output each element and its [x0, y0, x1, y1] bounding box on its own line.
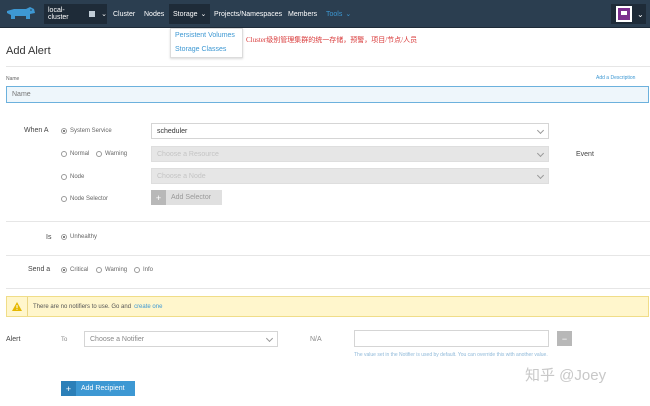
page-title: Add Alert: [6, 45, 51, 57]
radio-node-selector[interactable]: Node Selector: [61, 196, 108, 202]
resource-select[interactable]: Choose a Resource: [151, 146, 549, 162]
rancher-logo-icon[interactable]: [4, 5, 38, 23]
name-label: Name: [6, 76, 20, 82]
chevron-down-icon: ⌄: [101, 11, 107, 18]
chevron-down-icon: [265, 334, 274, 343]
radio-label: Normal: [70, 151, 90, 157]
notifier-select-placeholder: Choose a Notifier: [90, 335, 145, 343]
radio-checked-icon: [61, 128, 67, 134]
user-menu-button[interactable]: ⌄: [611, 4, 646, 24]
radio-unchecked-icon: [61, 174, 67, 180]
service-select[interactable]: scheduler: [151, 123, 549, 139]
node-select-placeholder: Choose a Node: [157, 172, 206, 180]
divider: [6, 288, 650, 289]
add-description-link[interactable]: Add a Description: [596, 75, 635, 81]
recipient-hint: The value set in the Notifier is used by…: [354, 352, 548, 358]
node-select[interactable]: Choose a Node: [151, 168, 549, 184]
event-label: Event: [576, 151, 594, 158]
notifier-select[interactable]: Choose a Notifier: [84, 331, 278, 347]
nav-members[interactable]: Members: [288, 4, 317, 24]
nav-projects-namespaces[interactable]: Projects/Namespaces: [214, 4, 282, 24]
alert-label: Alert: [6, 336, 21, 343]
resource-select-placeholder: Choose a Resource: [157, 150, 219, 158]
radio-send-warning[interactable]: Warning: [96, 267, 127, 273]
to-label: To: [61, 337, 68, 343]
radio-label: Unhealthy: [70, 234, 98, 240]
radio-label: Warning: [105, 151, 128, 157]
grid-icon: [89, 11, 96, 17]
plus-icon: +: [61, 381, 76, 396]
name-input[interactable]: [6, 86, 649, 103]
menu-item-persistent-volumes[interactable]: Persistent Volumes: [171, 29, 242, 43]
chevron-down-icon: ⌄: [345, 11, 352, 18]
radio-unchecked-icon: [61, 196, 67, 202]
radio-checked-icon: [61, 267, 67, 273]
recipient-value-input[interactable]: [354, 330, 549, 347]
add-recipient-label: Add Recipient: [81, 385, 125, 392]
plus-icon: +: [151, 190, 166, 205]
nav-cluster[interactable]: Cluster: [113, 4, 135, 24]
add-selector-label: Add Selector: [171, 194, 212, 201]
radio-unchecked-icon: [61, 151, 67, 157]
chevron-down-icon: [536, 149, 545, 158]
radio-label: Node Selector: [70, 196, 109, 202]
when-label: When A: [24, 127, 49, 134]
banner-text: There are no notifiers to use. Go and: [33, 303, 132, 310]
cluster-name: local-cluster: [48, 7, 69, 21]
na-label: N/A: [310, 336, 322, 343]
radio-label: System Service: [70, 128, 112, 134]
radio-label: Critical: [70, 267, 89, 273]
nav-nodes[interactable]: Nodes: [144, 4, 164, 24]
minus-icon: −: [561, 333, 568, 344]
send-label: Send a: [28, 266, 51, 273]
nav-storage-label: Storage: [173, 10, 198, 18]
radio-warning[interactable]: Warning: [96, 151, 127, 157]
nav-tools-label: Tools: [326, 10, 343, 18]
chevron-down-icon: [536, 171, 545, 180]
radio-unchecked-icon: [96, 151, 102, 157]
divider: [6, 66, 650, 67]
add-selector-button[interactable]: + Add Selector: [151, 190, 222, 205]
radio-node[interactable]: Node: [61, 174, 84, 180]
divider: [6, 255, 650, 256]
add-recipient-button[interactable]: + Add Recipient: [61, 381, 135, 396]
nav-storage[interactable]: Storage ⌄: [169, 4, 211, 24]
radio-checked-icon: [61, 234, 67, 240]
radio-info[interactable]: Info: [134, 267, 153, 273]
radio-critical[interactable]: Critical: [61, 267, 88, 273]
top-nav: local-cluster ⌄ Cluster Nodes Storage ⌄ …: [0, 0, 650, 28]
radio-label: Node: [70, 174, 85, 180]
no-notifiers-banner: There are no notifiers to use. Go and cr…: [6, 296, 649, 317]
chevron-down-icon: ⌄: [637, 9, 644, 19]
radio-label: Info: [143, 267, 154, 273]
remove-recipient-button[interactable]: −: [557, 331, 572, 346]
nav-tools[interactable]: Tools ⌄: [326, 4, 351, 24]
avatar: [616, 6, 632, 22]
chevron-down-icon: ⌄: [200, 11, 207, 18]
cluster-selector[interactable]: local-cluster ⌄: [44, 4, 107, 24]
radio-unchecked-icon: [96, 267, 102, 273]
storage-dropdown-menu: Persistent Volumes Storage Classes: [170, 28, 243, 58]
divider: [6, 221, 650, 222]
menu-item-storage-classes[interactable]: Storage Classes: [171, 43, 242, 57]
is-label: Is: [46, 234, 52, 241]
radio-label: Warning: [105, 267, 128, 273]
watermark: 知乎 @Joey: [525, 367, 607, 384]
radio-system-service[interactable]: System Service: [61, 128, 112, 134]
create-one-link[interactable]: create one: [134, 304, 162, 310]
radio-normal[interactable]: Normal: [61, 151, 89, 157]
radio-unhealthy[interactable]: Unhealthy: [61, 234, 97, 240]
radio-unchecked-icon: [134, 267, 140, 273]
warning-icon: [7, 297, 28, 316]
service-select-value: scheduler: [157, 127, 188, 135]
annotation-text: Cluster级别管理集群的统一存储，预警，项目/节点/人员: [246, 36, 418, 44]
chevron-down-icon: [536, 126, 545, 135]
